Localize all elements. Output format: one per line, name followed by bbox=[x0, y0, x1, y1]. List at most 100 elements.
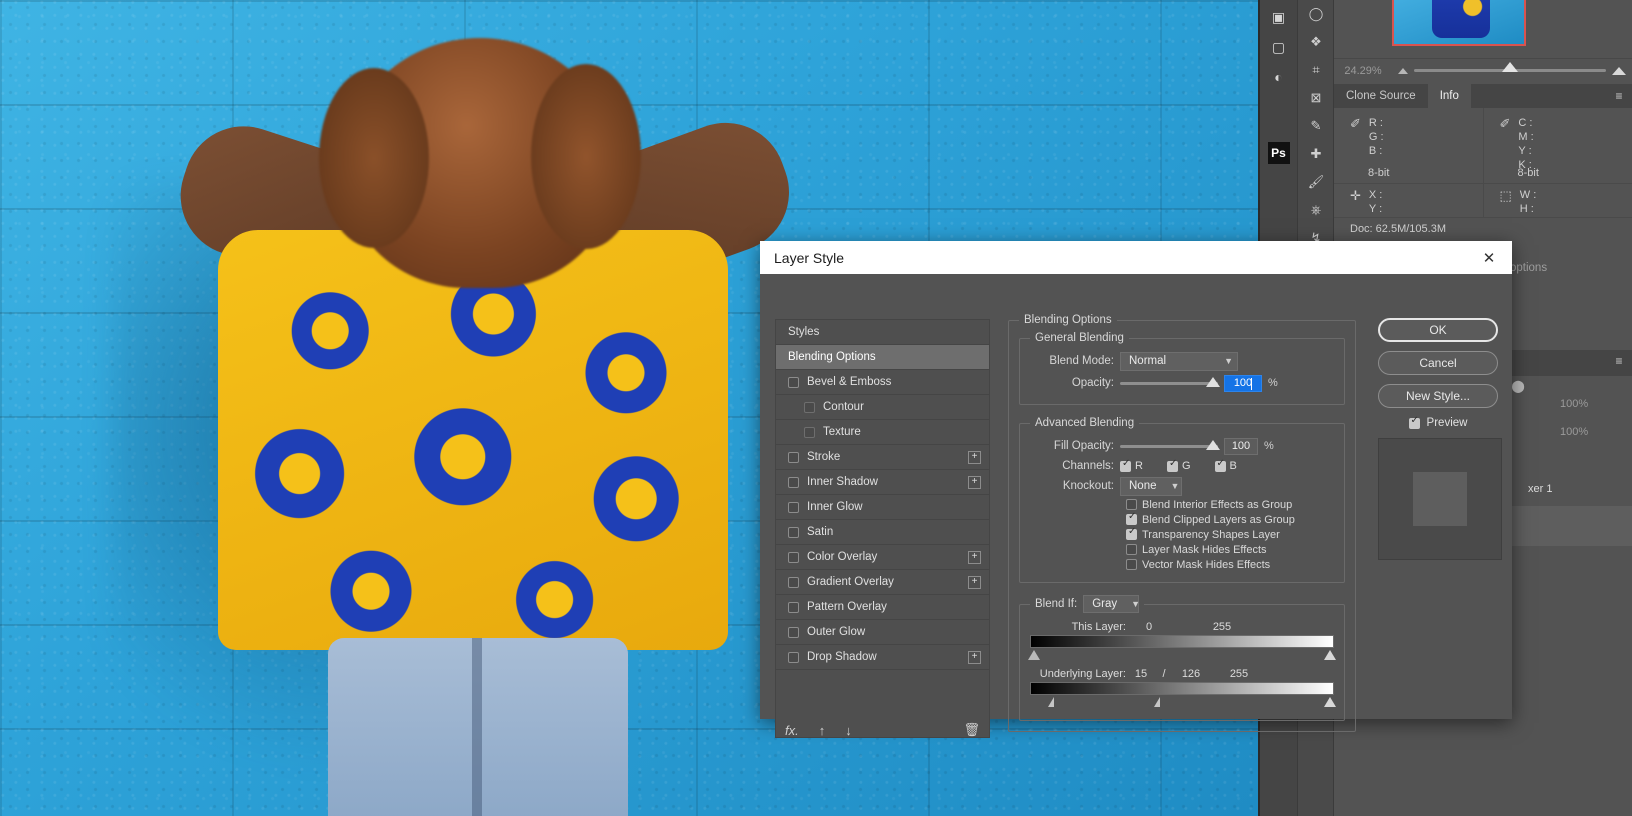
underlying-white-value[interactable]: 255 bbox=[1210, 668, 1268, 680]
add-effect-icon[interactable]: + bbox=[968, 550, 981, 564]
fill-opacity-slider-handle[interactable] bbox=[1206, 440, 1220, 450]
advanced-blending-options[interactable]: Blend Interior Effects as Group Blend Cli… bbox=[1126, 497, 1334, 572]
dialog-title-bar[interactable]: Layer Style ✕ bbox=[760, 241, 1512, 274]
advanced-option-row[interactable]: Vector Mask Hides Effects bbox=[1126, 557, 1334, 572]
brush-icon[interactable]: 🖌 bbox=[1298, 168, 1334, 196]
arrow-up-icon[interactable]: ↑ bbox=[819, 723, 826, 738]
style-item-checkbox[interactable] bbox=[804, 426, 815, 438]
arrow-down-icon[interactable]: ↓ bbox=[845, 723, 852, 738]
style-item-checkbox[interactable] bbox=[788, 476, 799, 488]
zoom-in-icon[interactable] bbox=[1612, 66, 1626, 75]
underlying-layer-gradient[interactable] bbox=[1030, 682, 1334, 695]
cancel-button[interactable]: Cancel bbox=[1378, 351, 1498, 375]
panel-menu-icon[interactable]: ≡ bbox=[1606, 84, 1632, 108]
navigator-zoom-slider[interactable] bbox=[1392, 62, 1632, 75]
underlying-black-value[interactable]: 15 bbox=[1126, 668, 1156, 680]
zoom-slider-track[interactable] bbox=[1414, 62, 1606, 72]
trash-icon[interactable]: 🗑 bbox=[963, 722, 980, 738]
quick-selection-icon[interactable]: ❖ bbox=[1298, 28, 1334, 56]
advanced-option-checkbox[interactable] bbox=[1126, 544, 1137, 555]
advanced-option-checkbox[interactable] bbox=[1126, 559, 1137, 570]
style-item-outer-glow[interactable]: Outer Glow bbox=[776, 620, 989, 645]
advanced-option-checkbox[interactable] bbox=[1126, 511, 1137, 525]
tab-clone-source[interactable]: Clone Source bbox=[1334, 84, 1428, 108]
style-item-checkbox[interactable] bbox=[788, 626, 799, 638]
advanced-option-checkbox[interactable] bbox=[1126, 526, 1137, 540]
channel-b-checkbox[interactable] bbox=[1214, 458, 1226, 472]
advanced-option-row[interactable]: Layer Mask Hides Effects bbox=[1126, 542, 1334, 557]
underlying-black-handle-left[interactable] bbox=[1048, 697, 1054, 707]
knockout-select[interactable]: None ▼ bbox=[1120, 476, 1182, 496]
style-item-checkbox[interactable] bbox=[788, 651, 799, 663]
this-layer-black-handle[interactable] bbox=[1028, 650, 1040, 660]
advanced-option-row[interactable]: Transparency Shapes Layer bbox=[1126, 526, 1334, 542]
channel-b[interactable]: B bbox=[1214, 458, 1237, 472]
blend-if-channel-select[interactable]: Gray ▼ bbox=[1083, 595, 1140, 613]
zoom-slider-handle[interactable] bbox=[1502, 62, 1519, 72]
underlying-black-handle-right[interactable] bbox=[1154, 697, 1160, 707]
channel-g[interactable]: G bbox=[1166, 458, 1191, 472]
navigator-zoom-bar[interactable]: 24.29% bbox=[1334, 58, 1632, 82]
advanced-option-row[interactable]: Blend Clipped Layers as Group bbox=[1126, 511, 1334, 527]
new-style-button[interactable]: New Style... bbox=[1378, 384, 1498, 408]
add-effect-icon[interactable]: + bbox=[968, 650, 981, 664]
info-panel-tabs[interactable]: Clone Source Info ≡ bbox=[1334, 84, 1632, 108]
frame-icon[interactable]: ⊠ bbox=[1298, 84, 1334, 112]
style-item-checkbox[interactable] bbox=[788, 451, 799, 463]
pattern-icon[interactable]: ▢ bbox=[1266, 36, 1292, 58]
close-icon[interactable]: ✕ bbox=[1476, 245, 1502, 271]
this-layer-white-value[interactable]: 255 bbox=[1172, 621, 1272, 633]
add-effect-icon[interactable]: + bbox=[968, 575, 981, 589]
preview-toggle[interactable]: Preview bbox=[1378, 415, 1498, 429]
fill-opacity-slider-track[interactable] bbox=[1120, 444, 1218, 448]
style-item-bevel-emboss[interactable]: Bevel & Emboss bbox=[776, 370, 989, 395]
clone-stamp-icon[interactable]: ⎈ bbox=[1298, 196, 1334, 224]
channel-g-checkbox[interactable] bbox=[1166, 458, 1178, 472]
style-item-checkbox[interactable] bbox=[788, 551, 799, 563]
style-item-checkbox[interactable] bbox=[788, 526, 799, 538]
add-effect-icon[interactable]: + bbox=[968, 475, 981, 489]
style-item-gradient-overlay[interactable]: Gradient Overlay + bbox=[776, 570, 989, 595]
zoom-out-icon[interactable] bbox=[1398, 67, 1408, 74]
this-layer-black-value[interactable]: 0 bbox=[1126, 621, 1172, 633]
styles-list[interactable]: Styles Blending Options Bevel & Emboss Cont… bbox=[775, 319, 990, 738]
style-item-stroke[interactable]: Stroke + bbox=[776, 445, 989, 470]
channel-r[interactable]: R bbox=[1120, 458, 1143, 472]
layers-fill-value[interactable]: 100% bbox=[1560, 426, 1588, 438]
opacity-slider-track[interactable] bbox=[1120, 381, 1218, 385]
layers-opacity-value[interactable]: 100% bbox=[1560, 398, 1588, 410]
style-item-texture[interactable]: Texture bbox=[776, 420, 989, 445]
dialog-buttons[interactable]: OK Cancel New Style... Preview bbox=[1378, 318, 1502, 560]
style-item-inner-shadow[interactable]: Inner Shadow + bbox=[776, 470, 989, 495]
panel-menu-icon[interactable]: ≡ bbox=[1606, 354, 1632, 368]
navigator-thumbnail[interactable] bbox=[1392, 0, 1526, 46]
this-layer-gradient[interactable] bbox=[1030, 635, 1334, 648]
fill-opacity-slider[interactable] bbox=[1120, 439, 1220, 453]
channel-r-checkbox[interactable] bbox=[1120, 458, 1131, 472]
ok-button[interactable]: OK bbox=[1378, 318, 1498, 342]
opacity-slider[interactable] bbox=[1120, 376, 1220, 390]
style-item-drop-shadow[interactable]: Drop Shadow + bbox=[776, 645, 989, 670]
fill-opacity-input[interactable]: 100 bbox=[1224, 437, 1258, 455]
underlying-layer-handles[interactable] bbox=[1030, 697, 1336, 710]
this-layer-white-handle[interactable] bbox=[1324, 650, 1336, 660]
style-item-checkbox[interactable] bbox=[804, 401, 815, 413]
advanced-option-checkbox[interactable] bbox=[1126, 499, 1137, 510]
healing-brush-icon[interactable]: ✚ bbox=[1298, 140, 1334, 168]
style-item-checkbox[interactable] bbox=[788, 501, 799, 513]
fx-icon[interactable]: fx. bbox=[785, 723, 799, 738]
style-item-blending-options[interactable]: Blending Options bbox=[776, 345, 989, 370]
blend-mode-select[interactable]: Normal ▼ bbox=[1120, 351, 1238, 371]
layer-style-dialog[interactable]: Layer Style ✕ Styles Blending Options Beve… bbox=[760, 241, 1512, 738]
style-item-pattern-overlay[interactable]: Pattern Overlay bbox=[776, 595, 989, 620]
style-item-checkbox[interactable] bbox=[788, 601, 799, 613]
eyedropper-icon[interactable]: ✎ bbox=[1298, 112, 1334, 140]
artboard-icon[interactable]: ▣ bbox=[1266, 6, 1292, 28]
style-item-color-overlay[interactable]: Color Overlay + bbox=[776, 545, 989, 570]
style-item-styles[interactable]: Styles bbox=[776, 320, 989, 345]
style-item-inner-glow[interactable]: Inner Glow bbox=[776, 495, 989, 520]
style-item-contour[interactable]: Contour bbox=[776, 395, 989, 420]
opacity-input[interactable]: 100 bbox=[1224, 374, 1262, 392]
lock-all-icon[interactable]: ⬤ bbox=[1511, 379, 1524, 393]
tab-info[interactable]: Info bbox=[1427, 84, 1471, 108]
